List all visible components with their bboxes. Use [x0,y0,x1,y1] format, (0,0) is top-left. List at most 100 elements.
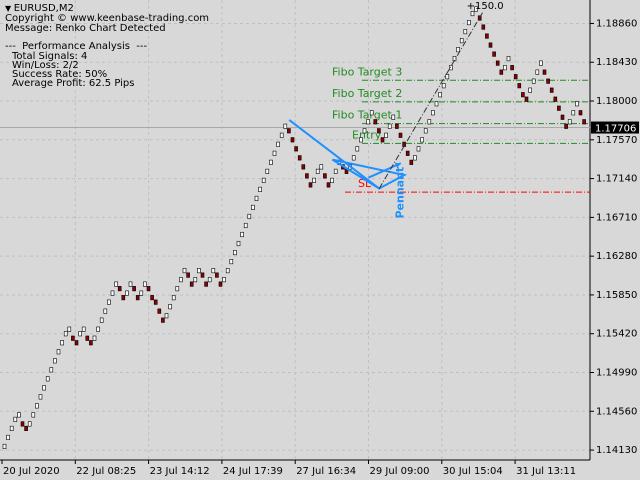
renko-brick [333,168,338,174]
y-axis: 1.18860 1.18430 1.18000 1.17570 1.17140 1.167… [590,18,637,456]
renko-brick [99,317,104,323]
renko-brick [24,425,28,431]
renko-brick [521,92,525,98]
renko-brick [9,425,14,431]
renko-brick [377,128,381,134]
renko-brick [326,182,331,188]
renko-brick [535,69,540,75]
renko-brick [380,137,385,143]
renko-brick [135,295,140,301]
y-tick-label: 1.14560 [596,406,637,417]
renko-brick [42,385,46,391]
renko-brick [560,114,565,120]
renko-brick [269,159,273,165]
message-text: Message: Renko Chart Detected [5,23,166,34]
renko-brick [218,281,223,287]
renko-brick [510,65,514,71]
renko-brick [315,168,320,174]
renko-brick [251,204,255,211]
renko-brick [240,231,244,238]
y-tick-label: 1.18860 [596,18,637,29]
renko-brick [564,123,568,129]
level-label: Fibo Target 2 [332,87,402,100]
renko-brick [222,277,226,283]
renko-brick [197,268,201,274]
renko-brick [81,326,86,332]
renko-brick [139,290,144,296]
renko-brick [434,101,439,107]
renko-brick [189,281,194,287]
renko-brick [463,29,468,35]
renko-brick [492,51,496,57]
renko-brick [204,281,208,287]
renko-brick [60,340,64,346]
x-axis: 20 Jul 2020 22 Jul 08:25 23 Jul 14:12 24 Ju… [1,460,576,477]
renko-brick [362,128,367,134]
renko-brick [312,177,316,183]
level-label: Fibo Target 3 [332,65,402,78]
target-label: +150.0 [467,1,504,12]
renko-brick [409,159,414,165]
renko-brick [265,168,270,174]
renko-brick [369,110,374,116]
renko-brick [132,286,136,292]
renko-brick [416,146,421,152]
renko-brick [470,10,475,17]
renko-brick [17,412,21,418]
renko-brick [351,155,356,161]
renko-brick [294,146,298,152]
renko-brick [107,299,111,305]
x-tick-label: 22 Jul 08:25 [76,466,136,477]
y-tick-label: 1.17140 [596,174,637,185]
pattern-label: Pennant [393,167,406,219]
renko-brick [467,19,471,26]
renko-brick [279,132,284,138]
renko-brick [395,123,399,129]
renko-brick [171,295,176,301]
y-tick-label: 1.18000 [596,96,637,107]
renko-brick [301,164,306,170]
renko-brick [78,331,82,337]
renko-brick [546,78,550,84]
perf-average-profit: Average Profit: 62.5 Pips [12,78,135,89]
renko-brick [582,119,586,125]
renko-brick [92,335,97,341]
renko-brick [215,272,219,278]
renko-brick [456,47,460,53]
renko-brick [63,331,68,337]
renko-brick [459,38,464,44]
renko-brick [117,286,122,292]
x-tick-label: 27 Jul 16:34 [296,466,356,477]
renko-brick [531,78,536,84]
renko-brick [114,281,118,287]
renko-brick [45,376,50,382]
renko-brick [125,290,129,296]
x-tick-label: 24 Jul 17:39 [223,466,283,477]
renko-brick [168,304,172,310]
chart-window: 1.17706 Fibo Target 3 Fibo Target 2 Fibo T… [0,0,640,480]
renko-brick [236,240,241,247]
renko-brick [330,177,334,183]
renko-brick [391,114,396,120]
renko-brick [258,186,262,192]
renko-brick [161,317,165,323]
renko-brick [89,340,93,346]
renko-brick [150,295,154,301]
renko-brick [290,137,295,143]
renko-brick [254,195,259,201]
renko-brick [539,60,543,66]
renko-brick [557,105,561,111]
y-tick-label: 1.15420 [596,329,637,340]
y-tick-label: 1.16280 [596,251,637,262]
renko-brick [49,367,54,373]
x-tick-label: 29 Jul 09:00 [370,466,430,477]
renko-brick [553,96,558,102]
renko-brick [175,286,180,292]
y-tick-label: 1.17570 [596,135,637,146]
renko-brick [193,277,198,283]
dropdown-triangle-icon[interactable]: ▼ [5,4,14,13]
renko-brick [2,443,7,450]
renko-brick [413,155,417,161]
renko-brick [373,119,378,125]
renko-brick [96,326,100,332]
